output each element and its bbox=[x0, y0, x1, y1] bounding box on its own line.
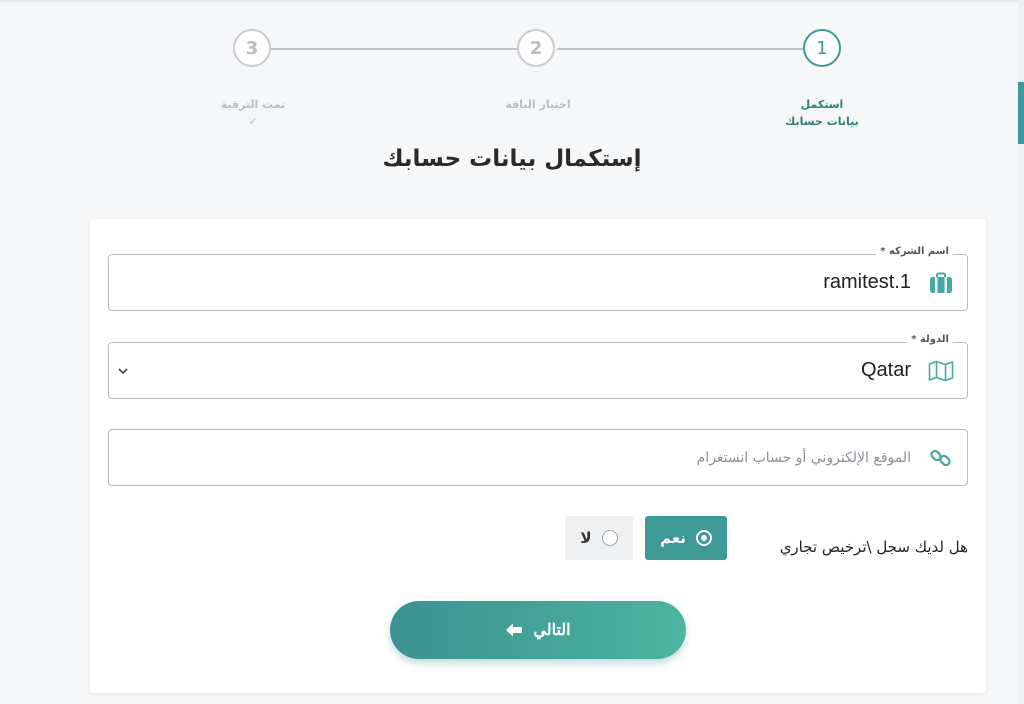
step-1-label-line2: بيانات حسابك bbox=[785, 115, 859, 128]
company-name-field[interactable]: اسم الشركه * ramitest.1 bbox=[108, 246, 968, 311]
briefcase-icon bbox=[927, 269, 955, 297]
country-select[interactable]: الدولة * Qatar bbox=[108, 334, 968, 399]
check-icon: ✓ bbox=[248, 115, 258, 128]
step-2-label-line1: اختيار الباقة bbox=[505, 98, 571, 111]
top-border bbox=[0, 0, 1024, 2]
step-2-circle[interactable]: 2 bbox=[517, 29, 555, 67]
step-2-label: اختيار الباقة bbox=[478, 96, 598, 113]
scrollbar[interactable] bbox=[1018, 0, 1024, 704]
map-icon bbox=[927, 357, 955, 385]
license-question: هل لديك سجل \ترخيص تجاري bbox=[779, 538, 968, 556]
chevron-down-icon[interactable] bbox=[117, 365, 129, 377]
form-card: اسم الشركه * ramitest.1 الدولة * Qatar ا… bbox=[90, 219, 986, 693]
arrow-left-icon bbox=[506, 623, 523, 637]
website-input[interactable]: الموقع الإلكتروني أو حساب انستغرام bbox=[697, 430, 911, 485]
radio-selected-icon[interactable] bbox=[695, 530, 712, 546]
next-button[interactable]: التالي bbox=[390, 601, 686, 659]
stepper-connector bbox=[557, 48, 803, 50]
step-1-circle[interactable]: 1 bbox=[803, 29, 841, 67]
radio-unselected-icon[interactable] bbox=[601, 530, 618, 546]
step-3-label-line1: تمت الترقية bbox=[220, 98, 286, 111]
license-yes-option[interactable]: نعم bbox=[645, 516, 727, 560]
website-field[interactable]: الموقع الإلكتروني أو حساب انستغرام bbox=[108, 429, 968, 486]
step-3-circle[interactable]: 3 bbox=[233, 29, 271, 67]
company-name-input[interactable]: ramitest.1 bbox=[823, 255, 911, 310]
license-no-label: لا bbox=[580, 529, 592, 547]
step-1-label-line1: استكمل bbox=[800, 98, 844, 111]
country-label: الدولة * bbox=[907, 334, 953, 345]
scrollbar-thumb[interactable] bbox=[1018, 82, 1024, 144]
step-3-label: تمت الترقية ✓ bbox=[193, 96, 313, 130]
page-title: إستكمال بيانات حسابك bbox=[382, 146, 642, 172]
license-no-option[interactable]: لا bbox=[565, 516, 633, 560]
license-yes-label: نعم bbox=[660, 529, 686, 547]
next-button-label: التالي bbox=[533, 622, 571, 639]
step-1-label: استكمل بيانات حسابك bbox=[762, 96, 882, 130]
stepper-connector bbox=[271, 48, 517, 50]
country-value: Qatar bbox=[860, 359, 911, 381]
link-icon bbox=[927, 444, 955, 472]
